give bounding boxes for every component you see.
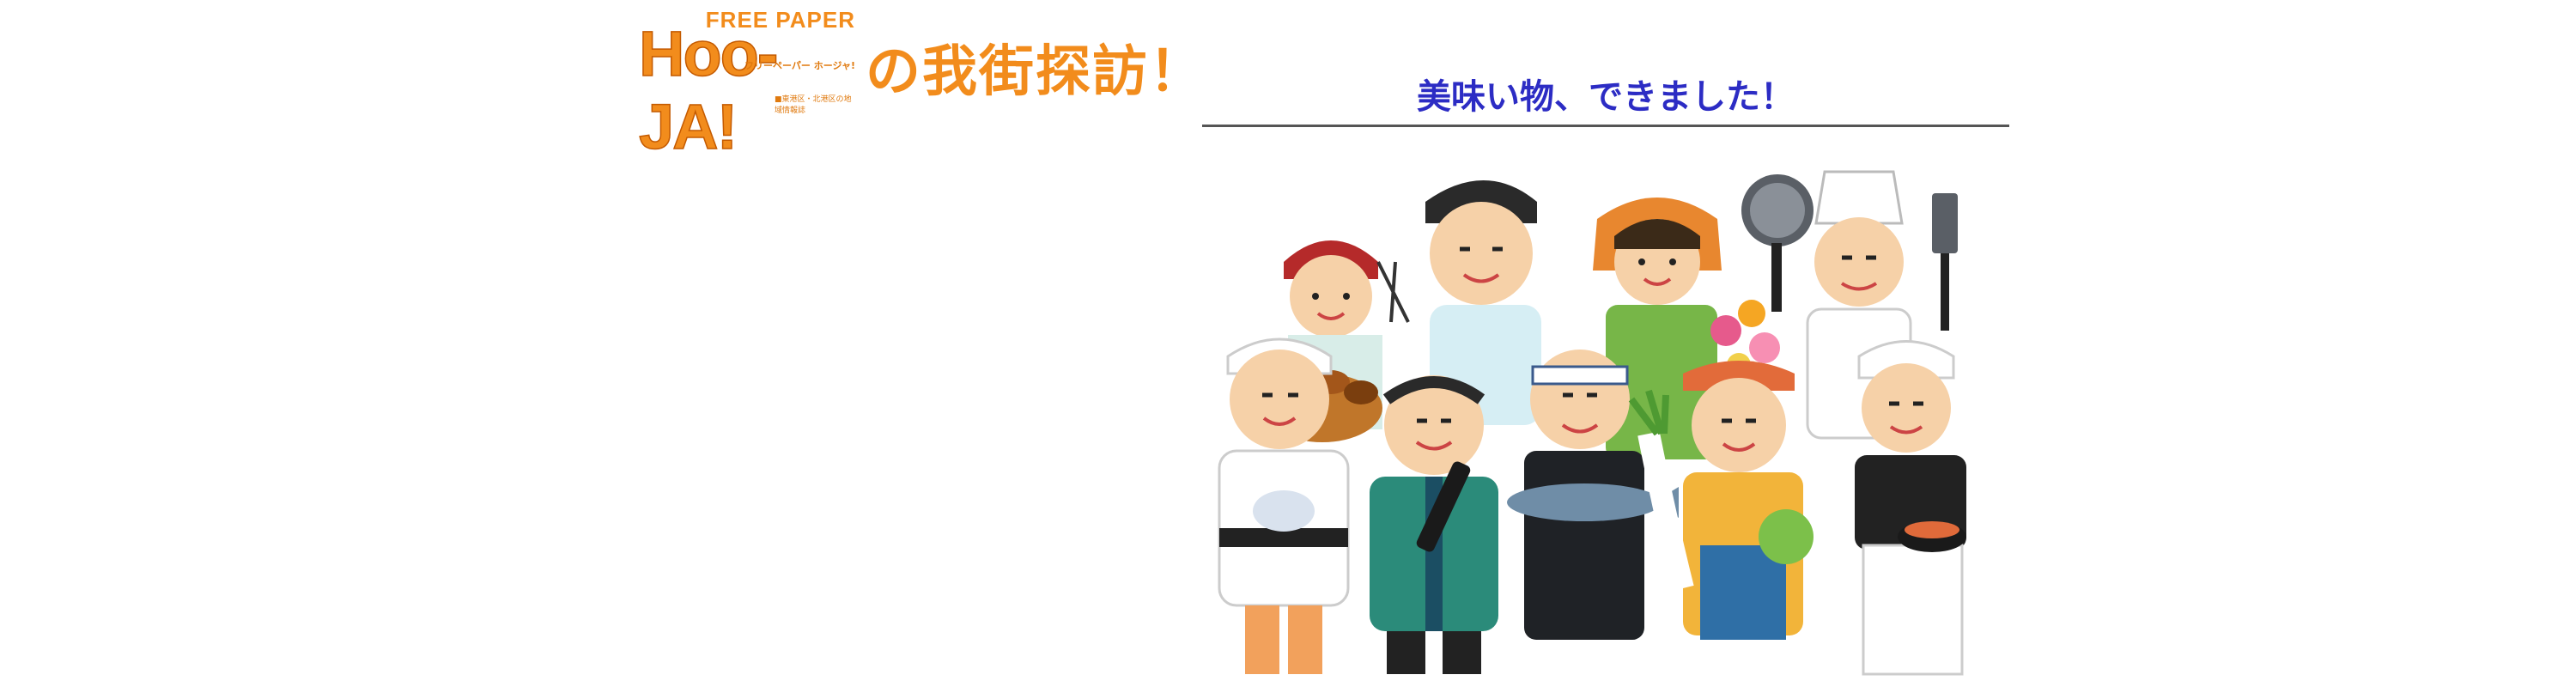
divider bbox=[1202, 125, 2009, 127]
page-subheading: 美味い物、できました！ bbox=[1417, 77, 1795, 117]
logo-main-text: Hoo-JA! bbox=[638, 17, 779, 163]
ramen-chef-figure bbox=[1855, 340, 1966, 676]
food-workers-group-illustration bbox=[1218, 170, 1966, 676]
logo-sub-text: フリーペーパー ホージャ! bbox=[744, 60, 855, 71]
hooja-logo: FREE PAPER Hoo-JA! フリーペーパー ホージャ! ■東港区・北港… bbox=[638, 7, 855, 163]
page-heading: の我街探訪！ bbox=[866, 40, 1206, 104]
liquor-seller-figure bbox=[1370, 375, 1498, 674]
logo-foot-text: ■東港区・北港区の地域情報誌 bbox=[775, 95, 852, 115]
